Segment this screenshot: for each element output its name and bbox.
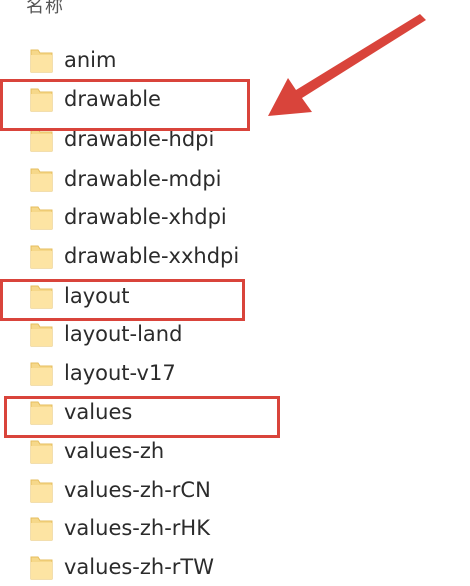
folder-icon [30, 477, 53, 503]
list-item-drawable-mdpi[interactable]: drawable-mdpi [30, 160, 410, 198]
list-item-layout-land[interactable]: layout-land [30, 315, 410, 353]
list-item-layout[interactable]: layout [30, 277, 410, 315]
list-item-layout-v17[interactable]: layout-v17 [30, 354, 410, 392]
folder-icon [30, 515, 53, 541]
folder-name: values-zh-rHK [64, 515, 210, 540]
folder-name: drawable [64, 86, 161, 111]
folder-name: drawable-xxhdpi [64, 243, 240, 268]
folder-icon [30, 126, 53, 152]
folder-icon [30, 554, 53, 580]
list-item-drawable-hdpi[interactable]: drawable-hdpi [30, 120, 410, 158]
folder-icon [30, 204, 53, 230]
list-item-drawable[interactable]: drawable [30, 80, 410, 118]
folder-icon [30, 360, 53, 386]
folder-icon [30, 86, 53, 112]
folder-icon [30, 243, 53, 269]
list-item-drawable-xxhdpi[interactable]: drawable-xxhdpi [30, 237, 410, 275]
folder-name: layout-v17 [64, 360, 176, 385]
folder-name: values-zh-rCN [64, 477, 211, 502]
folder-icon [30, 438, 53, 464]
folder-name: values-zh-rTW [64, 554, 215, 579]
folder-name: drawable-mdpi [64, 166, 222, 191]
folder-name: values [64, 399, 133, 424]
file-list: anim drawable drawable-hdpi drawable-mdp… [0, 0, 470, 582]
folder-name: layout [64, 283, 130, 308]
folder-name: layout-land [64, 321, 183, 346]
list-item-drawable-xhdpi[interactable]: drawable-xhdpi [30, 198, 410, 236]
folder-name: values-zh [64, 438, 165, 463]
list-item-values-zh[interactable]: values-zh [30, 432, 410, 470]
folder-icon [30, 47, 53, 73]
list-item-anim[interactable]: anim [30, 41, 410, 79]
folder-name: drawable-hdpi [64, 126, 215, 151]
folder-name: drawable-xhdpi [64, 204, 227, 229]
folder-icon [30, 321, 53, 347]
list-item-values-zh-rcn[interactable]: values-zh-rCN [30, 471, 410, 509]
list-item-values-zh-rtw[interactable]: values-zh-rTW [30, 548, 410, 586]
folder-icon [30, 283, 53, 309]
list-item-values[interactable]: values [30, 393, 410, 431]
folder-icon [30, 399, 53, 425]
folder-name: anim [64, 47, 117, 72]
folder-icon [30, 166, 53, 192]
list-item-values-zh-rhk[interactable]: values-zh-rHK [30, 509, 410, 547]
